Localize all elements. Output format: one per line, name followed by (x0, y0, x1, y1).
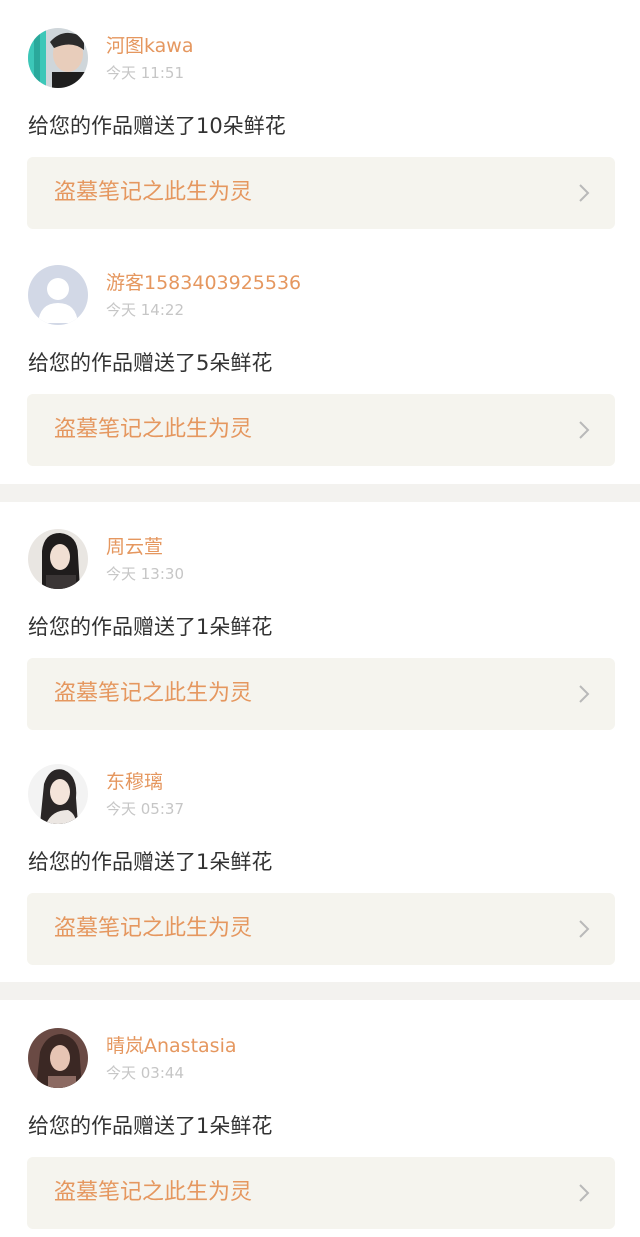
gift-notification: 东穆璃 今天 05:37 给您的作品赠送了1朵鲜花 盗墓笔记之此生为灵 (0, 764, 640, 999)
timestamp: 今天 14:22 (106, 301, 184, 319)
work-link-card[interactable]: 盗墓笔记之此生为灵 (27, 658, 615, 730)
user-avatar[interactable] (28, 1028, 88, 1088)
gift-message: 给您的作品赠送了1朵鲜花 (28, 615, 273, 639)
work-link-card[interactable]: 盗墓笔记之此生为灵 (27, 893, 615, 965)
user-avatar[interactable] (28, 764, 88, 824)
work-link-card[interactable]: 盗墓笔记之此生为灵 (27, 394, 615, 466)
work-link-card[interactable]: 盗墓笔记之此生为灵 (27, 1157, 615, 1229)
gift-message: 给您的作品赠送了10朵鲜花 (28, 114, 286, 138)
gift-notification: 河图kawa 今天 11:51 给您的作品赠送了10朵鲜花 盗墓笔记之此生为灵 (0, 28, 640, 263)
sender-name[interactable]: 晴岚Anastasia (106, 1034, 237, 1058)
gift-message: 给您的作品赠送了1朵鲜花 (28, 850, 273, 874)
work-title: 盗墓笔记之此生为灵 (54, 180, 253, 205)
gift-message: 给您的作品赠送了5朵鲜花 (28, 351, 273, 375)
timestamp: 今天 13:30 (106, 565, 184, 583)
user-avatar[interactable] (28, 28, 88, 88)
work-title: 盗墓笔记之此生为灵 (54, 417, 253, 442)
gift-message: 给您的作品赠送了1朵鲜花 (28, 1114, 273, 1138)
chevron-right-icon (579, 1184, 590, 1202)
chevron-right-icon (579, 421, 590, 439)
sender-name[interactable]: 河图kawa (106, 34, 194, 58)
sender-name[interactable]: 游客1583403925536 (106, 271, 301, 295)
default-user-avatar[interactable] (28, 265, 88, 325)
chevron-right-icon (579, 920, 590, 938)
sender-name[interactable]: 东穆璃 (106, 770, 163, 794)
timestamp: 今天 11:51 (106, 64, 184, 82)
chevron-right-icon (579, 184, 590, 202)
gift-notification: 晴岚Anastasia 今天 03:44 给您的作品赠送了1朵鲜花 盗墓笔记之此… (0, 1028, 640, 1237)
sender-name[interactable]: 周云萱 (106, 535, 163, 559)
work-title: 盗墓笔记之此生为灵 (54, 1180, 253, 1205)
timestamp: 今天 03:44 (106, 1064, 184, 1082)
work-title: 盗墓笔记之此生为灵 (54, 681, 253, 706)
work-link-card[interactable]: 盗墓笔记之此生为灵 (27, 157, 615, 229)
chevron-right-icon (579, 685, 590, 703)
gift-notification: 游客1583403925536 今天 14:22 给您的作品赠送了5朵鲜花 盗墓… (0, 265, 640, 500)
timestamp: 今天 05:37 (106, 800, 184, 818)
user-avatar[interactable] (28, 529, 88, 589)
gift-notification: 周云萱 今天 13:30 给您的作品赠送了1朵鲜花 盗墓笔记之此生为灵 (0, 529, 640, 764)
work-title: 盗墓笔记之此生为灵 (54, 916, 253, 941)
